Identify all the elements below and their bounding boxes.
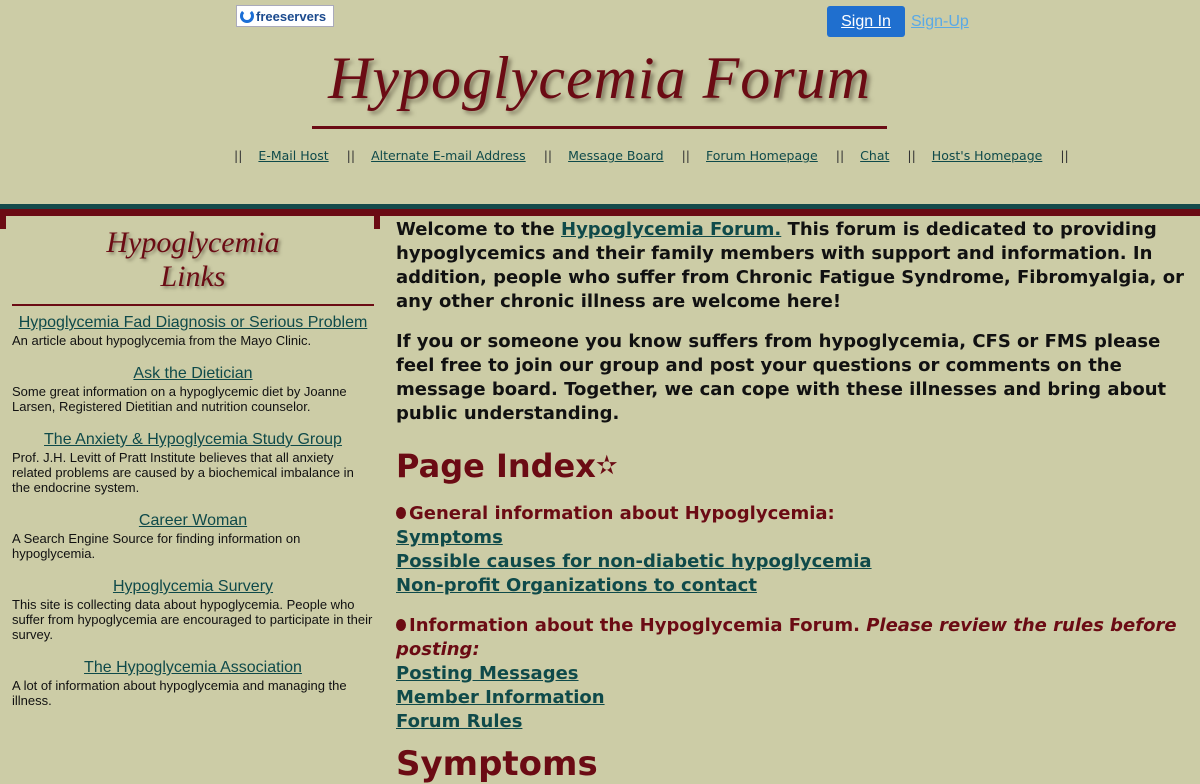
header-band-red: [0, 209, 1200, 216]
sidebar-link[interactable]: Hypoglycemia Fad Diagnosis or Serious Pr…: [12, 314, 374, 332]
sidebar-link-desc: This site is collecting data about hypog…: [12, 597, 373, 642]
nav-separator: ||: [835, 148, 845, 163]
sidebar-link[interactable]: Hypoglycemia Survery: [12, 578, 374, 596]
nav-separator: ||: [907, 148, 916, 163]
sidebar-frame-right: [374, 209, 380, 229]
list-item: The Anxiety & Hypoglycemia Study Group P…: [12, 431, 374, 495]
nav-separator: ||: [1060, 148, 1069, 163]
sidebar-title: Hypoglycemia Links: [12, 226, 374, 294]
nav-alternate-email[interactable]: Alternate E-mail Address: [371, 148, 526, 163]
invite-paragraph: If you or someone you know suffers from …: [396, 331, 1167, 424]
forum-link[interactable]: Hypoglycemia Forum.: [561, 219, 781, 240]
sidebar-frame-left: [0, 209, 6, 229]
general-info-title: General information about Hypoglycemia:: [409, 503, 835, 524]
sidebar-title-line2: Links: [160, 260, 226, 293]
forum-info-links: Posting Messages Member Information Foru…: [396, 662, 1192, 734]
page-index-heading: Page Index✫: [396, 446, 1192, 486]
top-nav: || E-Mail Host || Alternate E-mail Addre…: [234, 148, 1081, 163]
sign-in-button[interactable]: Sign In: [827, 6, 905, 37]
list-item: Hypoglycemia Fad Diagnosis or Serious Pr…: [12, 314, 374, 348]
general-info-links: Symptoms Possible causes for non-diabeti…: [396, 526, 1192, 598]
forum-info-title: Information about the Hypoglycemia Forum…: [409, 615, 867, 636]
welcome-paragraph: Welcome to the Hypoglycemia Forum. This …: [396, 218, 1192, 314]
link-symptoms[interactable]: Symptoms: [396, 526, 1192, 550]
sidebar-title-line1: Hypoglycemia: [106, 226, 280, 259]
welcome-prefix: Welcome to the: [396, 219, 561, 240]
list-item: Hypoglycemia Survery This site is collec…: [12, 578, 374, 642]
sidebar-link-desc: An article about hypoglycemia from the M…: [12, 333, 312, 348]
link-member-information[interactable]: Member Information: [396, 686, 1192, 710]
sidebar-link-desc: A Search Engine Source for finding infor…: [12, 531, 301, 561]
nav-separator: ||: [234, 148, 243, 163]
main-content: Welcome to the Hypoglycemia Forum. This …: [396, 218, 1192, 784]
freeservers-logo-icon: [240, 9, 254, 23]
logo-text: freeservers: [256, 8, 327, 24]
freeservers-logo[interactable]: freeservers: [236, 5, 334, 27]
nav-email-host[interactable]: E-Mail Host: [258, 148, 328, 163]
bullet-icon: [396, 619, 406, 631]
link-possible-causes[interactable]: Possible causes for non-diabetic hypogly…: [396, 550, 1192, 574]
sidebar-link[interactable]: The Anxiety & Hypoglycemia Study Group: [12, 431, 374, 449]
nav-separator: ||: [681, 148, 691, 163]
nav-forum-homepage[interactable]: Forum Homepage: [706, 148, 818, 163]
general-info-section: General information about Hypoglycemia:: [396, 502, 1192, 526]
bullet-icon: [396, 507, 406, 519]
sidebar-link-desc: Some great information on a hypoglycemic…: [12, 384, 347, 414]
link-nonprofit-orgs[interactable]: Non-profit Organizations to contact: [396, 574, 1192, 598]
nav-separator: ||: [543, 148, 553, 163]
list-item: Ask the Dietician Some great information…: [12, 365, 374, 414]
title-divider: [312, 126, 887, 129]
symptoms-heading: Symptoms: [396, 744, 598, 784]
nav-chat[interactable]: Chat: [860, 148, 889, 163]
page-index-title: Page Index: [396, 447, 596, 485]
page-title: Hypoglycemia Forum: [328, 45, 871, 111]
link-posting-messages[interactable]: Posting Messages: [396, 662, 1192, 686]
sidebar-link[interactable]: The Hypoglycemia Association: [12, 659, 374, 677]
nav-hosts-homepage[interactable]: Host's Homepage: [932, 148, 1043, 163]
forum-info-section: Information about the Hypoglycemia Forum…: [396, 614, 1192, 662]
sidebar-link-desc: Prof. J.H. Levitt of Pratt Institute bel…: [12, 450, 354, 495]
sidebar-link[interactable]: Career Woman: [12, 512, 374, 530]
nav-message-board[interactable]: Message Board: [568, 148, 664, 163]
sidebar-divider: [12, 304, 374, 306]
sign-up-link[interactable]: Sign-Up: [911, 13, 969, 31]
nav-separator: ||: [346, 148, 356, 163]
sidebar-link-desc: A lot of information about hypoglycemia …: [12, 678, 347, 708]
list-item: The Hypoglycemia Association A lot of in…: [12, 659, 374, 708]
star-icon: ✫: [595, 451, 618, 481]
sidebar-link[interactable]: Ask the Dietician: [12, 365, 374, 383]
link-forum-rules[interactable]: Forum Rules: [396, 710, 1192, 734]
sidebar-links: Hypoglycemia Links Hypoglycemia Fad Diag…: [12, 216, 374, 740]
list-item: Career Woman A Search Engine Source for …: [12, 512, 374, 561]
